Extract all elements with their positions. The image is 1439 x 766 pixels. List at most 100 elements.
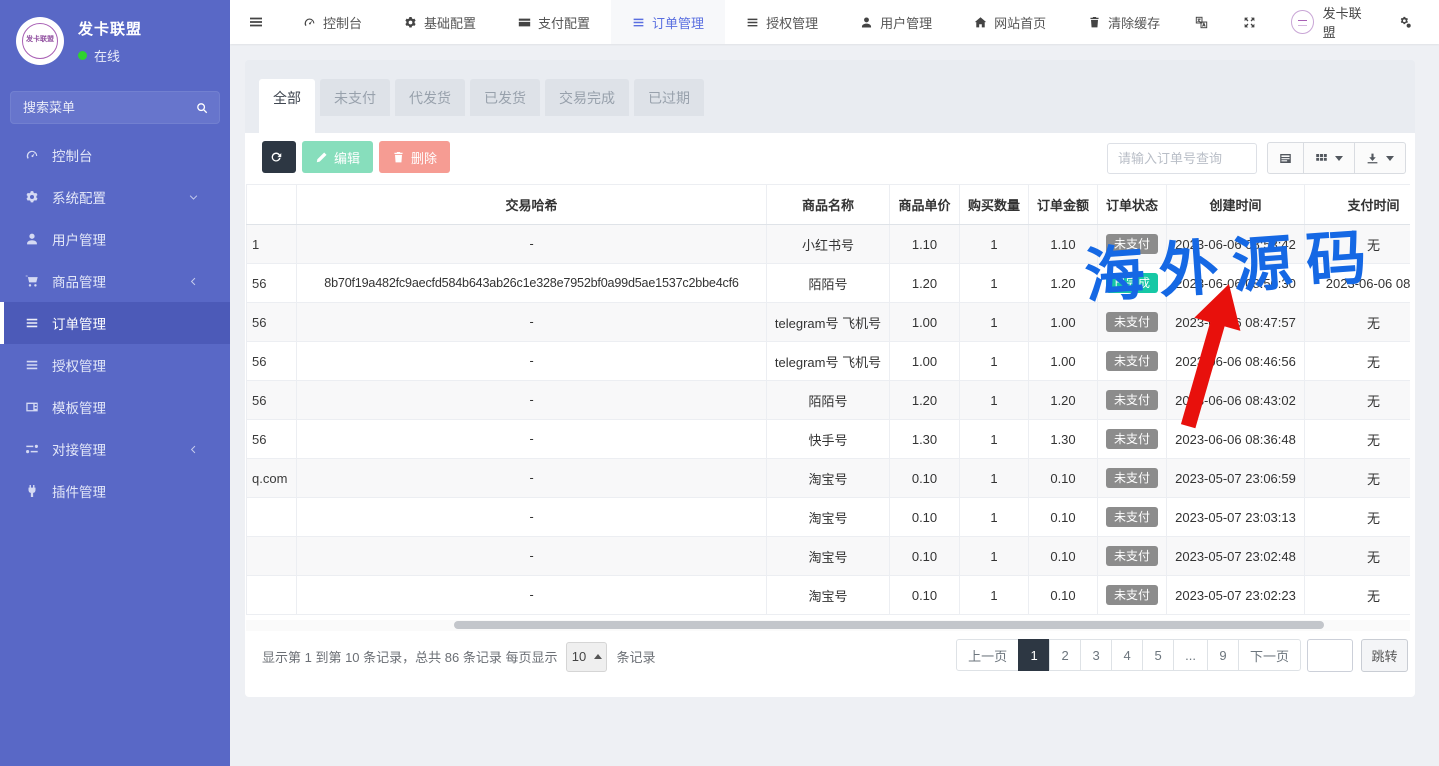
cell-product: 淘宝号 bbox=[767, 576, 890, 615]
edit-button[interactable]: 编辑 bbox=[302, 141, 373, 173]
page-jump-button[interactable]: 跳转 bbox=[1361, 639, 1408, 672]
detail-view-button[interactable] bbox=[1267, 142, 1304, 174]
page-button-2[interactable]: 2 bbox=[1049, 639, 1081, 671]
table-row[interactable]: 56-快手号1.3011.30未支付2023-06-06 08:36:48无 bbox=[247, 420, 1411, 459]
page-button-5[interactable]: 5 bbox=[1142, 639, 1174, 671]
cell-product: 快手号 bbox=[767, 420, 890, 459]
fullscreen-button[interactable] bbox=[1229, 0, 1277, 44]
sidebar-item-5[interactable]: 授权管理 bbox=[0, 344, 230, 386]
tab-4[interactable]: 交易完成 bbox=[545, 79, 629, 116]
page-jump-input[interactable] bbox=[1307, 639, 1353, 672]
language-button[interactable] bbox=[1181, 0, 1229, 44]
sidebar-item-6[interactable]: 模板管理 bbox=[0, 386, 230, 428]
refresh-button[interactable] bbox=[262, 141, 296, 173]
sidebar-item-8[interactable]: 插件管理 bbox=[0, 470, 230, 512]
page-button-1[interactable]: 1 bbox=[1018, 639, 1050, 671]
cell-hash: - bbox=[297, 342, 767, 381]
sidebar-item-1[interactable]: 系统配置 bbox=[0, 176, 230, 218]
topnav-item-0[interactable]: 控制台 bbox=[282, 0, 383, 44]
tab-0[interactable]: 全部 bbox=[259, 79, 315, 133]
cell-status: 未支付 bbox=[1098, 576, 1167, 615]
delete-button[interactable]: 删除 bbox=[379, 141, 450, 173]
online-status: 在线 bbox=[78, 46, 142, 65]
topnav-items: 控制台基础配置支付配置订单管理授权管理用户管理 bbox=[282, 0, 953, 44]
cell-product: 陌陌号 bbox=[767, 381, 890, 420]
topnav-right: 网站首页 清除缓存 发卡联盟 bbox=[953, 0, 1439, 44]
tab-5[interactable]: 已过期 bbox=[634, 79, 704, 116]
prev-page-button[interactable]: 上一页 bbox=[956, 639, 1019, 671]
profile-avatar bbox=[1291, 10, 1313, 34]
topnav-item-4[interactable]: 授权管理 bbox=[725, 0, 839, 44]
user-icon bbox=[860, 16, 873, 29]
cell-amount: 0.10 bbox=[1029, 576, 1098, 615]
table-row[interactable]: 56-陌陌号1.2011.20未支付2023-06-06 08:43:02无 bbox=[247, 381, 1411, 420]
table-row[interactable]: 56-telegram号 飞机号1.0011.00未支付2023-06-06 0… bbox=[247, 342, 1411, 381]
list-icon bbox=[25, 358, 39, 372]
page-button-3[interactable]: 3 bbox=[1080, 639, 1112, 671]
table-row[interactable]: 568b70f19a482fc9aecfd584b643ab26c1e328e7… bbox=[247, 264, 1411, 303]
page-button-4[interactable]: 4 bbox=[1111, 639, 1143, 671]
sidebar-item-label: 系统配置 bbox=[52, 187, 106, 207]
export-icon bbox=[1366, 152, 1379, 165]
column-header-8: 支付时间 bbox=[1305, 185, 1411, 225]
hamburger-menu-icon[interactable] bbox=[230, 0, 282, 44]
tab-1[interactable]: 未支付 bbox=[320, 79, 390, 116]
table-header-row: 交易哈希商品名称商品单价购买数量订单金额订单状态创建时间支付时间 bbox=[247, 185, 1411, 225]
table-row[interactable]: q.com-淘宝号0.1010.10未支付2023-05-07 23:06:59… bbox=[247, 459, 1411, 498]
table-row[interactable]: -淘宝号0.1010.10未支付2023-05-07 23:02:23无 bbox=[247, 576, 1411, 615]
scrollbar-thumb[interactable] bbox=[454, 621, 1324, 629]
cell-hash: - bbox=[297, 576, 767, 615]
cell-status: 未支付 bbox=[1098, 498, 1167, 537]
toolbar-left: 编辑 删除 bbox=[262, 141, 450, 173]
sidebar-item-2[interactable]: 用户管理 bbox=[0, 218, 230, 260]
sidebar-item-0[interactable]: 控制台 bbox=[0, 134, 230, 176]
tab-3[interactable]: 已发货 bbox=[470, 79, 540, 116]
gears-icon bbox=[1399, 16, 1412, 29]
page-button-9[interactable]: 9 bbox=[1207, 639, 1239, 671]
site-home-link[interactable]: 网站首页 bbox=[953, 0, 1067, 44]
tab-2[interactable]: 代发货 bbox=[395, 79, 465, 116]
clear-cache-button[interactable]: 清除缓存 bbox=[1067, 0, 1181, 44]
sidebar-search-input[interactable] bbox=[11, 92, 219, 123]
topnav-item-2[interactable]: 支付配置 bbox=[497, 0, 611, 44]
cart-icon bbox=[25, 274, 39, 288]
cell-price: 0.10 bbox=[890, 459, 960, 498]
settings-gears-button[interactable] bbox=[1385, 0, 1439, 44]
cell-price: 1.10 bbox=[890, 225, 960, 264]
cell-qty: 1 bbox=[960, 498, 1029, 537]
cell-c0: 1 bbox=[247, 225, 297, 264]
next-page-button[interactable]: 下一页 bbox=[1238, 639, 1301, 671]
cell-paid: 无 bbox=[1305, 381, 1411, 420]
cell-hash: 8b70f19a482fc9aecfd584b643ab26c1e328e795… bbox=[297, 264, 767, 303]
card-body: 编辑 删除 交易哈希商品名称商品单价购买数量订单金额订单状态创建时间支付时间 1… bbox=[245, 133, 1415, 697]
cell-c0 bbox=[247, 537, 297, 576]
page-size-dropdown[interactable]: 10 bbox=[566, 642, 607, 672]
profile-menu[interactable]: 发卡联盟 bbox=[1277, 0, 1385, 44]
order-search-input[interactable] bbox=[1107, 143, 1257, 174]
sidebar-item-label: 订单管理 bbox=[52, 313, 106, 333]
table-row[interactable]: -淘宝号0.1010.10未支付2023-05-07 23:02:48无 bbox=[247, 537, 1411, 576]
cell-amount: 1.20 bbox=[1029, 264, 1098, 303]
online-dot-icon bbox=[78, 51, 87, 60]
cell-hash: - bbox=[297, 303, 767, 342]
table-row[interactable]: -淘宝号0.1010.10未支付2023-05-07 23:03:13无 bbox=[247, 498, 1411, 537]
sidebar-item-4[interactable]: 订单管理 bbox=[0, 302, 230, 344]
columns-dropdown-button[interactable] bbox=[1303, 142, 1355, 174]
table-row[interactable]: 56-telegram号 飞机号1.0011.00未支付2023-06-06 0… bbox=[247, 303, 1411, 342]
status-badge: 未支付 bbox=[1106, 351, 1158, 371]
topnav-item-1[interactable]: 基础配置 bbox=[383, 0, 497, 44]
export-dropdown-button[interactable] bbox=[1354, 142, 1406, 174]
status-badge: 未支付 bbox=[1106, 390, 1158, 410]
sidebar-item-3[interactable]: 商品管理 bbox=[0, 260, 230, 302]
cell-paid: 无 bbox=[1305, 537, 1411, 576]
cell-hash: - bbox=[297, 537, 767, 576]
orders-card: 全部未支付代发货已发货交易完成已过期 编辑 删除 交易哈希商品名称商品单价购买数… bbox=[245, 60, 1415, 697]
table-row[interactable]: 1-小红书号1.1011.10未支付2023-06-06 08:53:42无 bbox=[247, 225, 1411, 264]
topnav-item-5[interactable]: 用户管理 bbox=[839, 0, 953, 44]
sliders-icon bbox=[25, 442, 39, 456]
cell-c0: 56 bbox=[247, 264, 297, 303]
status-badge: 未支付 bbox=[1106, 312, 1158, 332]
topnav-item-3[interactable]: 订单管理 bbox=[611, 0, 725, 44]
cell-created: 2023-06-06 08:53:42 bbox=[1167, 225, 1305, 264]
sidebar-item-7[interactable]: 对接管理 bbox=[0, 428, 230, 470]
